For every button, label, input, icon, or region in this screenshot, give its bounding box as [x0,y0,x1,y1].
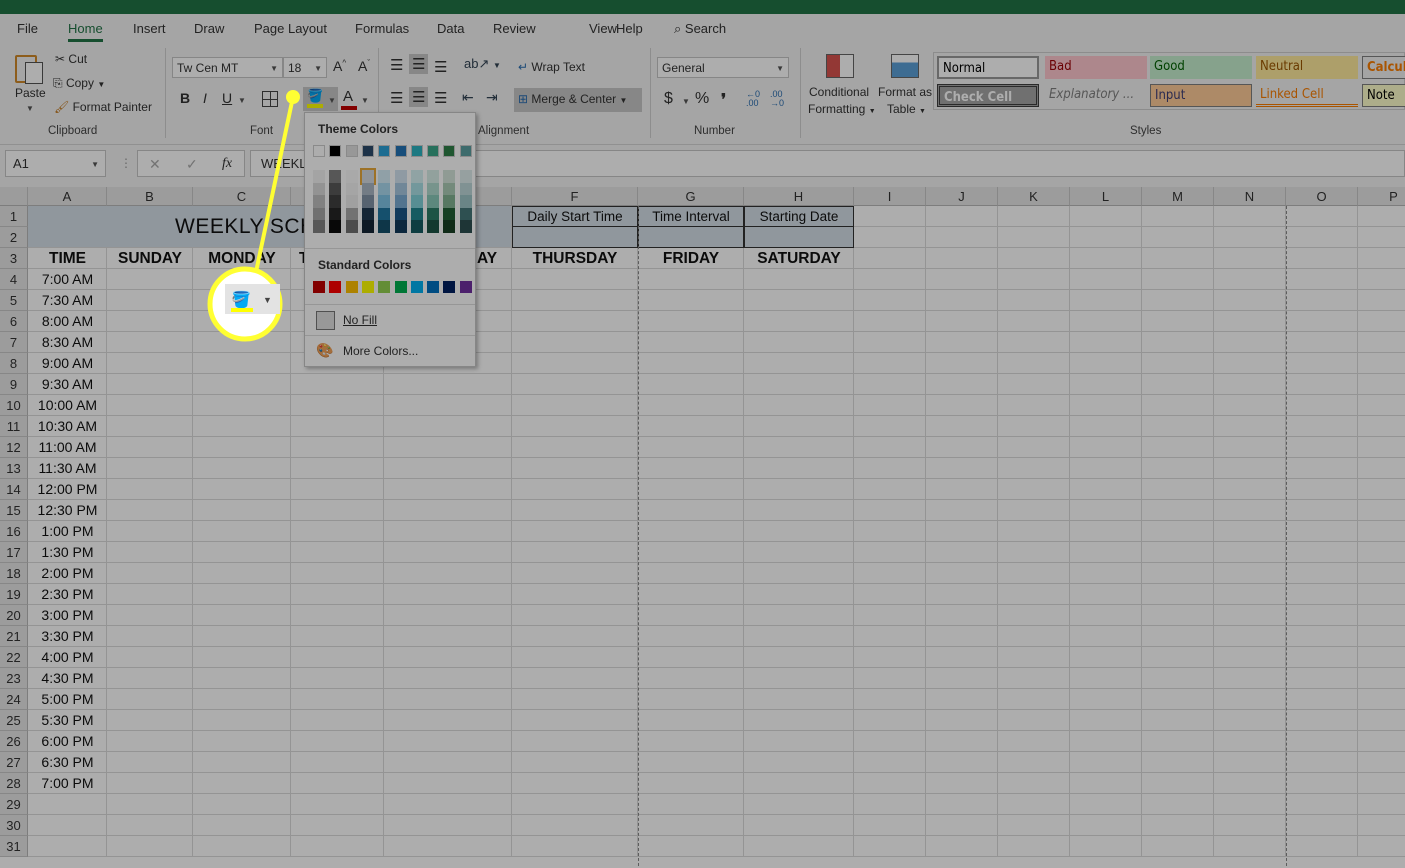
magnified-paint-bucket-icon: 🪣 [231,290,251,309]
annotation-pointer-line [254,96,295,273]
magnified-fill-color-bar [231,308,253,312]
annotation: 🪣 ▼ [207,90,300,342]
magnified-dropdown-icon: ▼ [263,295,272,305]
annotation-dot [286,90,300,104]
